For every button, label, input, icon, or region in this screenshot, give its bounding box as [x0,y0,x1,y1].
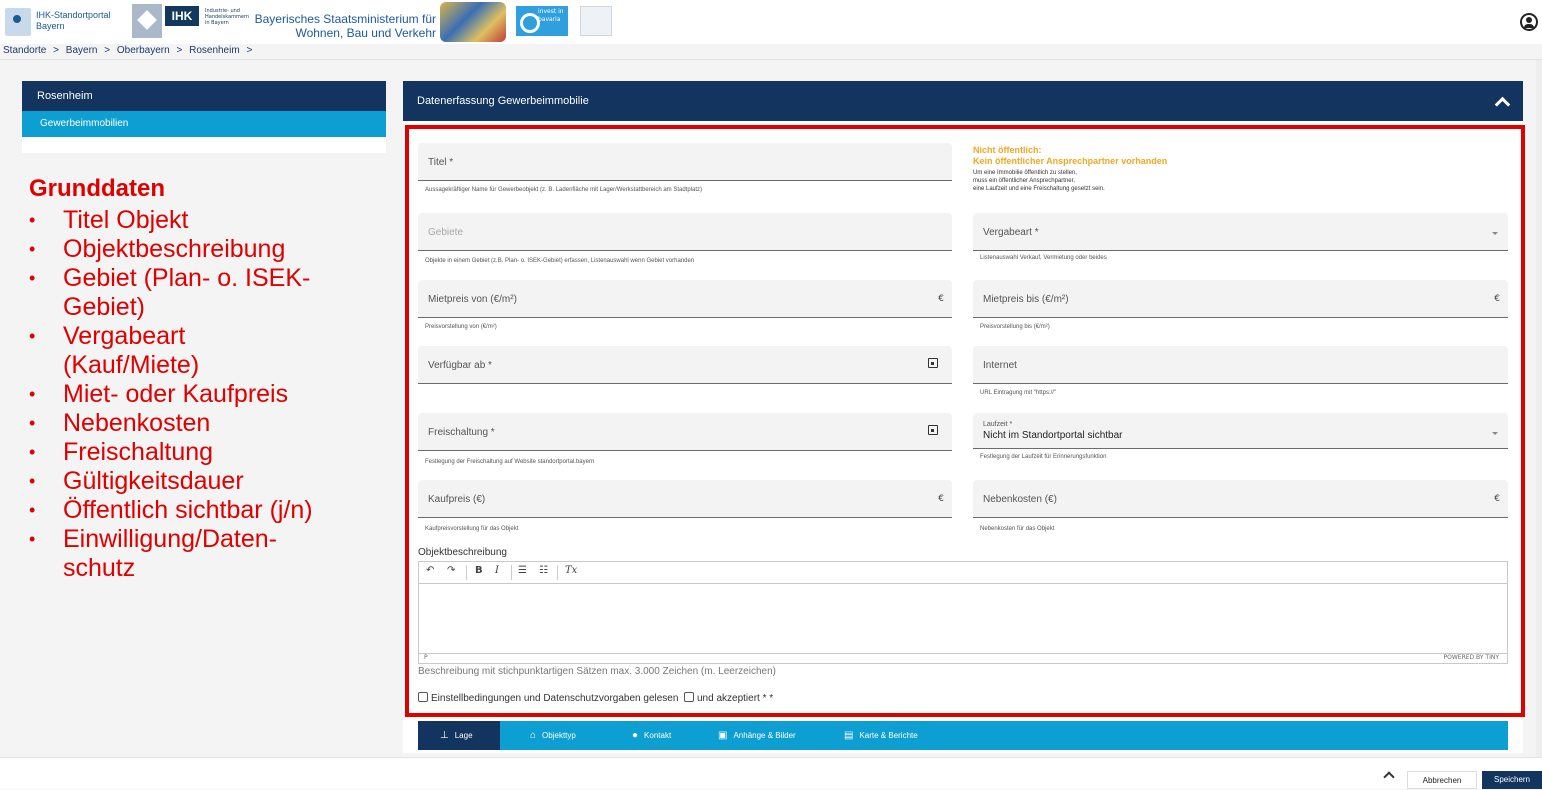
annotation-item-continuation: schutz [63,554,136,582]
breadcrumb-separator: > [246,45,253,56]
annotation-item: Freischaltung [29,438,389,467]
tab-lage-label: Lage [454,731,473,740]
page-scrollbar[interactable] [1536,60,1542,757]
annotation-item: Objektbeschreibung [29,235,389,264]
pin-icon: ⊥ [440,730,449,741]
report-icon: ▤ [844,730,854,741]
ministry-line2: Wohnen, Bau und Verkehr [295,26,436,40]
annotation-list: Titel Objekt Objektbeschreibung Gebiet (… [29,206,389,583]
ministry-name: Bayerisches Staatsministerium für Wohnen… [240,12,436,40]
tab-anhaenge-bilder[interactable]: ▣ Anhänge & Bilder [718,721,796,750]
annotation-item: Miet- oder Kaufpreis [29,380,389,409]
highlight-frame [405,125,1525,717]
breadcrumb: Standorte > Bayern > Oberbayern > Rosenh… [3,45,256,56]
invest-in-bavaria-logo: invest in bavaria [516,6,568,36]
user-circle-icon[interactable] [1520,13,1538,31]
home-icon: ⌂ [530,730,537,741]
annotation-item: Gebiet (Plan- o. ISEK- [29,264,389,293]
annotation-item: Titel Objekt [29,206,389,235]
annotation-item: Vergabeart [29,322,389,351]
portal-name-line2: Bayern [36,21,65,31]
portal-name[interactable]: IHK-Standortportal Bayern [36,10,111,32]
annotation-heading: Grunddaten [29,175,165,202]
tab-karte-label: Karte & Berichte [859,731,918,740]
invest-text: invest in bavaria [538,8,564,23]
breadcrumb-separator: > [176,45,183,56]
save-button[interactable]: Speichern [1482,771,1542,789]
sidebar-title[interactable]: Rosenheim [22,81,386,111]
ihk-logo: IHK [165,6,199,26]
panel-title: Datenerfassung Gewerbeimmobilie [403,81,1523,121]
breadcrumb-separator: > [104,45,111,56]
annotation-item-continuation: Gebiet) [63,293,145,321]
bavaria-map-logo-icon[interactable] [5,8,31,36]
breadcrumb-bayern[interactable]: Bayern [66,45,98,56]
partner-badge-icon [580,6,612,36]
ihk-diamond-logo-icon [132,4,162,38]
tab-objekttyp[interactable]: ⌂ Objekttyp [530,721,576,750]
annotation-item-continuation: (Kauf/Miete) [63,351,200,379]
annotation-grunddaten: Grunddaten Titel Objekt Objektbeschreibu… [29,172,389,583]
annotation-item: Gültigkeitsdauer [29,467,389,496]
breadcrumb-oberbayern[interactable]: Oberbayern [117,45,170,56]
top-bar: IHK-Standortportal Bayern IHK Industrie-… [0,0,1542,44]
chevron-up-icon[interactable] [1495,94,1509,108]
header-divider [0,59,1542,60]
tab-kontakt-label: Kontakt [644,731,672,740]
breadcrumb-rosenheim[interactable]: Rosenheim [189,45,240,56]
footer-bar [0,757,1542,789]
tab-kontakt[interactable]: ● Kontakt [632,721,671,750]
annotation-item: Nebenkosten [29,409,389,438]
annotation-item: Öffentlich sichtbar (j/n) [29,496,389,525]
ministry-line1: Bayerisches Staatsministerium für [254,12,436,26]
scroll-top-chevron-icon[interactable] [1384,770,1394,780]
annotation-item: Einwilligung/Daten- [29,525,389,554]
tab-karte-berichte[interactable]: ▤ Karte & Berichte [844,721,918,750]
sidebar-item-gewerbeimmobilien[interactable]: Gewerbeimmobilien [22,111,386,137]
image-icon: ▣ [718,730,728,741]
tab-anhaenge-label: Anhänge & Bilder [733,731,796,740]
breadcrumb-separator: > [53,45,59,56]
section-tabs: ⊥ Lage ⌂ Objekttyp ● Kontakt ▣ Anhänge & Bil… [418,721,1508,750]
cancel-button[interactable]: Abbrechen [1407,771,1477,789]
person-icon: ● [632,730,639,741]
portal-name-line1: IHK-Standortportal [36,10,111,20]
bavaria-crest-logo-icon [440,2,506,42]
ihk-subtitle: Industrie- und Handelskammern in Bayern [205,8,250,26]
breadcrumb-standorte[interactable]: Standorte [3,45,46,56]
tab-objekttyp-label: Objekttyp [542,731,576,740]
tab-lage[interactable]: ⊥ Lage [418,721,500,750]
